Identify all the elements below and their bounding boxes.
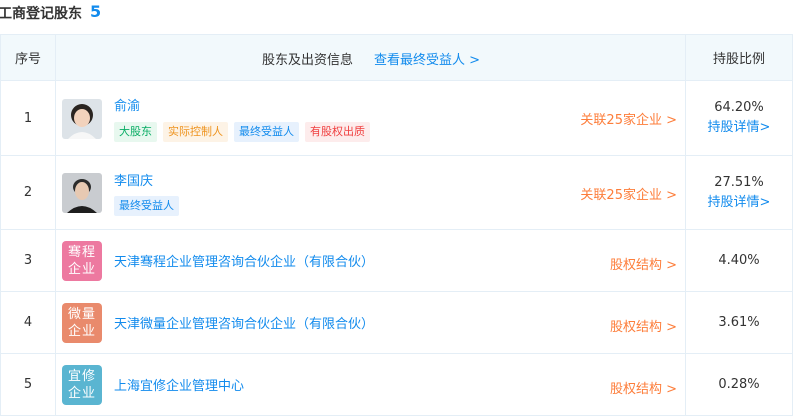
tag-major-shareholder: 大股东 (114, 122, 157, 142)
ratio-cell: 0.28% (685, 353, 793, 416)
tag-equity-pledge: 有股权出质 (305, 122, 370, 142)
shareholder-count: 5 (90, 2, 102, 21)
tag-ultimate-beneficiary: 最终受益人 (234, 122, 299, 142)
ratio-cell: 3.61% (685, 291, 793, 354)
col-index-header: 序号 (0, 34, 56, 81)
section-header: 工商登记股东 5 (0, 0, 793, 34)
holder-cell: 俞渝 大股东 实际控制人 最终受益人 有股权出质 关联25家企业 > (55, 80, 686, 156)
table-row: 4 微量 企业 天津微量企业管理咨询合伙企业（有限合伙） 股权结构 > 3.61… (0, 291, 793, 354)
table-row: 1 俞渝 大股东 实际控制人 最终受益人 有股权出质 关联25家企业 > 64.… (0, 80, 793, 156)
related-companies-link[interactable]: 关联25家企业 > (580, 184, 677, 203)
holding-detail-link[interactable]: 持股详情> (686, 193, 792, 213)
related-companies-link[interactable]: 关联25家企业 > (580, 109, 677, 128)
table-header-row: 序号 股东及出资信息 查看最终受益人 > 持股比例 (0, 34, 793, 81)
section-title: 工商登记股东 (0, 6, 82, 22)
holder-cell: 宜修 企业 上海宜修企业管理中心 股权结构 > (55, 353, 686, 416)
ratio-value: 3.61% (718, 314, 760, 330)
holding-detail-link[interactable]: 持股详情> (686, 118, 792, 138)
holder-name[interactable]: 天津骞程企业管理咨询合伙企业（有限合伙） (114, 251, 374, 270)
equity-structure-link[interactable]: 股权结构 > (610, 316, 677, 335)
ratio-cell: 64.20% 持股详情> (685, 80, 793, 156)
logo-text-line: 企业 (67, 324, 96, 339)
ratio-cell: 27.51% 持股详情> (685, 155, 793, 230)
row-index: 5 (0, 353, 56, 416)
ratio-value: 4.40% (718, 252, 760, 268)
holder-cell: 李国庆 最终受益人 关联25家企业 > (55, 155, 686, 230)
holder-cell: 骞程 企业 天津骞程企业管理咨询合伙企业（有限合伙） 股权结构 > (55, 229, 686, 292)
avatar[interactable] (62, 173, 102, 213)
holder-name[interactable]: 俞渝 (114, 95, 140, 114)
company-logo[interactable]: 微量 企业 (62, 303, 102, 343)
view-beneficiary-link[interactable]: 查看最终受益人 > (374, 49, 480, 68)
tag-ultimate-beneficiary: 最终受益人 (114, 196, 179, 216)
row-index: 1 (0, 80, 56, 156)
shareholder-table: 序号 股东及出资信息 查看最终受益人 > 持股比例 1 俞渝 大股东 实际控制人… (0, 34, 793, 416)
logo-text-line: 企业 (67, 386, 96, 401)
ratio-cell: 4.40% (685, 229, 793, 292)
holder-name[interactable]: 李国庆 (114, 170, 153, 189)
ratio-value: 27.51% (714, 174, 764, 190)
table-row: 2 李国庆 最终受益人 关联25家企业 > 27.51% 持股详情> (0, 155, 793, 230)
company-logo[interactable]: 宜修 企业 (62, 365, 102, 405)
logo-text-line: 微量 (67, 307, 96, 322)
avatar[interactable] (62, 99, 102, 139)
holder-tags: 最终受益人 (114, 196, 179, 216)
table-row: 5 宜修 企业 上海宜修企业管理中心 股权结构 > 0.28% (0, 353, 793, 416)
col-holder-header: 股东及出资信息 查看最终受益人 > (55, 34, 686, 81)
ratio-value: 0.28% (718, 376, 760, 392)
row-index: 4 (0, 291, 56, 354)
row-index: 2 (0, 155, 56, 230)
col-holder-label: 股东及出资信息 (262, 53, 354, 68)
row-index: 3 (0, 229, 56, 292)
ratio-value: 64.20% (714, 100, 764, 115)
company-logo[interactable]: 骞程 企业 (62, 241, 102, 281)
logo-text-line: 骞程 (67, 245, 96, 260)
holder-tags: 大股东 实际控制人 最终受益人 有股权出质 (114, 122, 370, 142)
tag-actual-controller: 实际控制人 (163, 122, 228, 142)
logo-text-line: 宜修 (67, 369, 96, 384)
holder-name[interactable]: 天津微量企业管理咨询合伙企业（有限合伙） (114, 313, 374, 332)
holder-name[interactable]: 上海宜修企业管理中心 (114, 375, 244, 394)
table-row: 3 骞程 企业 天津骞程企业管理咨询合伙企业（有限合伙） 股权结构 > 4.40… (0, 229, 793, 292)
equity-structure-link[interactable]: 股权结构 > (610, 254, 677, 273)
col-ratio-header: 持股比例 (685, 34, 793, 81)
logo-text-line: 企业 (67, 262, 96, 277)
holder-cell: 微量 企业 天津微量企业管理咨询合伙企业（有限合伙） 股权结构 > (55, 291, 686, 354)
equity-structure-link[interactable]: 股权结构 > (610, 378, 677, 397)
